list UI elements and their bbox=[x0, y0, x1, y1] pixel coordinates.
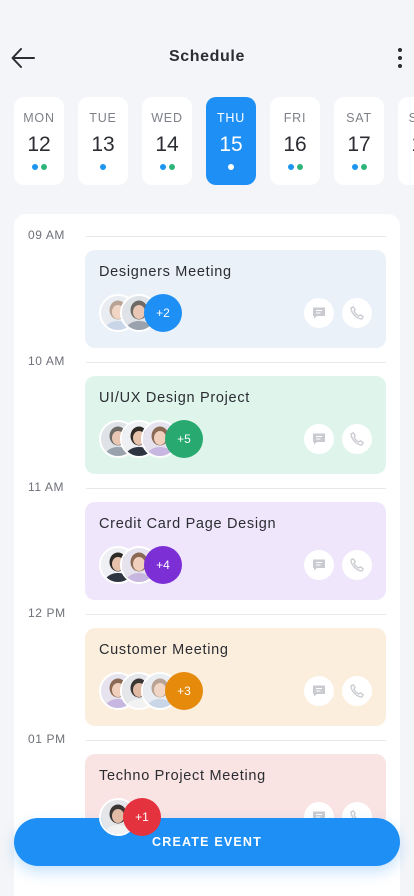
create-event-button[interactable]: CREATE EVENT bbox=[14, 818, 400, 866]
event-title: Designers Meeting bbox=[99, 264, 232, 280]
day-number: 16 bbox=[283, 133, 307, 156]
event-title: Techno Project Meeting bbox=[99, 768, 266, 784]
day-tue[interactable]: TUE 13 bbox=[78, 97, 128, 185]
more-attendees-badge[interactable]: +4 bbox=[144, 546, 182, 584]
day-name: MON bbox=[23, 111, 55, 125]
blue-event-dot bbox=[351, 164, 358, 170]
event-indicator-dots bbox=[398, 164, 414, 170]
time-slot-label: 09 AM bbox=[28, 228, 66, 242]
green-event-dot bbox=[360, 164, 367, 170]
message-icon[interactable] bbox=[304, 298, 334, 328]
day-number: 17 bbox=[347, 133, 371, 156]
day-name: TUE bbox=[89, 111, 117, 125]
white-event-dot bbox=[228, 164, 234, 170]
week-day-selector: MON 12 TUE 13 WED 14 THU 15 FRI 16 SAT 17 SUN 18 bbox=[14, 97, 414, 185]
message-icon[interactable] bbox=[304, 550, 334, 580]
day-mon[interactable]: MON 12 bbox=[14, 97, 64, 185]
more-attendees-badge[interactable]: +2 bbox=[144, 294, 182, 332]
day-sat[interactable]: SAT 17 bbox=[334, 97, 384, 185]
blue-event-dot bbox=[287, 164, 294, 170]
message-icon[interactable] bbox=[304, 424, 334, 454]
day-name: FRI bbox=[283, 111, 307, 125]
event-indicator-dots bbox=[334, 164, 384, 170]
time-slot-label: 01 PM bbox=[28, 732, 66, 746]
message-icon[interactable] bbox=[304, 676, 334, 706]
schedule-timeline: 09 AM Designers Meeting +2 10 AM UI/UX Desig… bbox=[14, 214, 400, 896]
event-card[interactable]: Credit Card Page Design +4 bbox=[85, 502, 386, 600]
event-indicator-dots bbox=[14, 164, 64, 170]
phone-icon[interactable] bbox=[342, 550, 372, 580]
time-divider bbox=[86, 488, 386, 489]
day-number: 12 bbox=[27, 133, 51, 156]
time-slot-label: 12 PM bbox=[28, 606, 66, 620]
day-number: 15 bbox=[219, 133, 243, 156]
event-title: Credit Card Page Design bbox=[99, 516, 277, 532]
phone-icon[interactable] bbox=[342, 298, 372, 328]
more-attendees-badge[interactable]: +5 bbox=[165, 420, 203, 458]
event-card[interactable]: UI/UX Design Project +5 bbox=[85, 376, 386, 474]
more-attendees-badge[interactable]: +3 bbox=[165, 672, 203, 710]
day-name: THU bbox=[216, 111, 246, 125]
time-slot-label: 10 AM bbox=[28, 354, 66, 368]
time-divider bbox=[86, 740, 386, 741]
more-attendees-badge[interactable]: +1 bbox=[123, 798, 161, 836]
time-divider bbox=[86, 236, 386, 237]
time-slot-label: 11 AM bbox=[28, 480, 65, 494]
green-event-dot bbox=[296, 164, 303, 170]
event-title: UI/UX Design Project bbox=[99, 390, 250, 406]
day-fri[interactable]: FRI 16 bbox=[270, 97, 320, 185]
blue-event-dot bbox=[159, 164, 166, 170]
phone-icon[interactable] bbox=[342, 424, 372, 454]
time-divider bbox=[86, 362, 386, 363]
time-divider bbox=[86, 614, 386, 615]
green-event-dot bbox=[40, 164, 47, 170]
day-number: 14 bbox=[155, 133, 179, 156]
day-number: 18 bbox=[398, 133, 414, 157]
blue-event-dot bbox=[31, 164, 38, 170]
blue-event-dot bbox=[100, 164, 106, 170]
app-header: Schedule bbox=[0, 38, 414, 78]
day-sun[interactable]: SUN 18 bbox=[398, 97, 414, 185]
day-name: SAT bbox=[346, 111, 372, 125]
day-thu[interactable]: THU 15 bbox=[206, 97, 256, 185]
event-card[interactable]: Customer Meeting +3 bbox=[85, 628, 386, 726]
event-indicator-dots bbox=[270, 164, 320, 170]
day-name: WED bbox=[151, 111, 183, 125]
more-vertical-icon[interactable] bbox=[392, 46, 408, 70]
day-number: 13 bbox=[91, 133, 115, 156]
event-indicator-dots bbox=[78, 164, 128, 170]
event-card[interactable]: Designers Meeting +2 bbox=[85, 250, 386, 348]
event-indicator-dots bbox=[142, 164, 192, 170]
event-title: Customer Meeting bbox=[99, 642, 229, 658]
page-title: Schedule bbox=[169, 48, 245, 65]
green-event-dot bbox=[168, 164, 175, 170]
event-indicator-dots bbox=[206, 164, 256, 170]
phone-icon[interactable] bbox=[342, 676, 372, 706]
day-name: SUN bbox=[408, 111, 414, 125]
day-wed[interactable]: WED 14 bbox=[142, 97, 192, 185]
